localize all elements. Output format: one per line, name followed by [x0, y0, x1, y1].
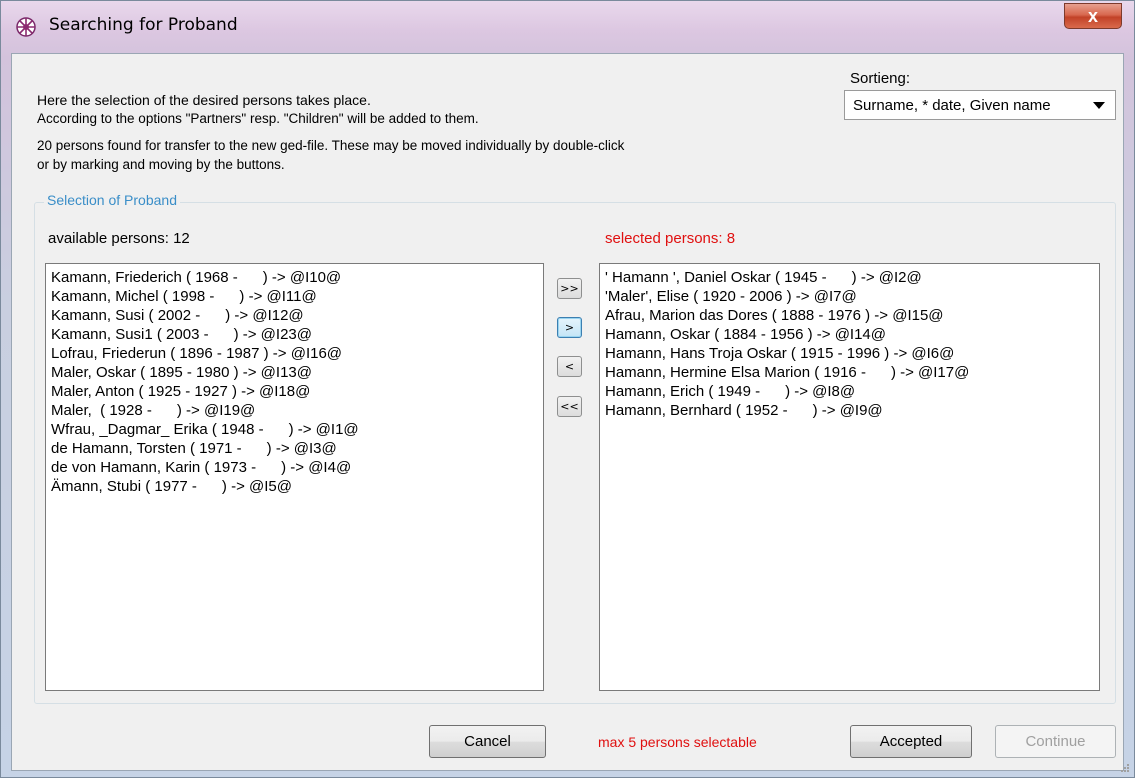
double-chevron-left-icon: <<: [560, 400, 579, 413]
list-item[interactable]: Maler, Anton ( 1925 - 1927 ) -> @I18@: [51, 382, 543, 401]
double-chevron-right-icon: >>: [560, 282, 579, 295]
chevron-down-icon: [1093, 102, 1105, 109]
list-item[interactable]: de Hamann, Torsten ( 1971 - ) -> @I3@: [51, 439, 543, 458]
list-item[interactable]: Afrau, Marion das Dores ( 1888 - 1976 ) …: [605, 306, 1099, 325]
move-right-button[interactable]: >: [557, 317, 582, 338]
list-item[interactable]: Kamann, Michel ( 1998 - ) -> @I11@: [51, 287, 543, 306]
info-line-3: 20 persons found for transfer to the new…: [37, 138, 625, 153]
selected-persons-list[interactable]: ' Hamann ', Daniel Oskar ( 1945 - ) -> @…: [599, 263, 1100, 691]
selected-persons-label: selected persons: 8: [605, 230, 736, 247]
list-item[interactable]: Wfrau, _Dagmar_ Erika ( 1948 - ) -> @I1@: [51, 420, 543, 439]
continue-button-label: Continue: [1025, 733, 1086, 750]
list-item[interactable]: Kamann, Susi ( 2002 - ) -> @I12@: [51, 306, 543, 325]
chevron-right-icon: >: [564, 321, 575, 334]
app-icon: [16, 17, 36, 37]
cancel-button-label: Cancel: [464, 733, 511, 750]
list-item[interactable]: Hamann, Hans Troja Oskar ( 1915 - 1996 )…: [605, 344, 1099, 363]
sort-label: Sortieng:: [850, 70, 911, 87]
max-selectable-warning: max 5 persons selectable: [598, 734, 757, 750]
list-item[interactable]: Hamann, Oskar ( 1884 - 1956 ) -> @I14@: [605, 325, 1099, 344]
list-item[interactable]: Hamann, Bernhard ( 1952 - ) -> @I9@: [605, 401, 1099, 420]
accepted-button-label: Accepted: [879, 733, 943, 750]
list-item[interactable]: Hamann, Erich ( 1949 - ) -> @I8@: [605, 382, 1099, 401]
continue-button[interactable]: Continue: [995, 725, 1116, 758]
groupbox-title: Selection of Proband: [44, 192, 180, 208]
info-line-1: Here the selection of the desired person…: [37, 92, 371, 108]
list-item[interactable]: Ämann, Stubi ( 1977 - ) -> @I5@: [51, 477, 543, 496]
dialog-window: Searching for Proband x Here the selecti…: [0, 0, 1135, 778]
info-line-4: or by marking and moving by the buttons.: [37, 157, 285, 172]
close-icon: x: [1087, 5, 1098, 26]
move-all-right-button[interactable]: >>: [557, 278, 582, 299]
list-item[interactable]: Maler, ( 1928 - ) -> @I19@: [51, 401, 543, 420]
cancel-button[interactable]: Cancel: [429, 725, 546, 758]
list-item[interactable]: de von Hamann, Karin ( 1973 - ) -> @I4@: [51, 458, 543, 477]
sort-value: Surname, * date, Given name: [853, 97, 1051, 114]
list-item[interactable]: 'Maler', Elise ( 1920 - 2006 ) -> @I7@: [605, 287, 1099, 306]
info-line-2: According to the options "Partners" resp…: [37, 111, 479, 126]
window-title: Searching for Proband: [49, 15, 238, 35]
list-item[interactable]: Maler, Oskar ( 1895 - 1980 ) -> @I13@: [51, 363, 543, 382]
sort-dropdown[interactable]: Surname, * date, Given name: [844, 90, 1116, 120]
list-item[interactable]: ' Hamann ', Daniel Oskar ( 1945 - ) -> @…: [605, 268, 1099, 287]
move-left-button[interactable]: <: [557, 356, 582, 377]
title-bar[interactable]: Searching for Proband x: [1, 1, 1134, 53]
close-button[interactable]: x: [1064, 3, 1122, 29]
available-persons-list[interactable]: Kamann, Friederich ( 1968 - ) -> @I10@ Ka…: [45, 263, 544, 691]
list-item[interactable]: Kamann, Friederich ( 1968 - ) -> @I10@: [51, 268, 543, 287]
available-persons-label: available persons: 12: [48, 230, 190, 247]
move-all-left-button[interactable]: <<: [557, 396, 582, 417]
list-item[interactable]: Kamann, Susi1 ( 2003 - ) -> @I23@: [51, 325, 543, 344]
list-item[interactable]: Hamann, Hermine Elsa Marion ( 1916 - ) -…: [605, 363, 1099, 382]
accepted-button[interactable]: Accepted: [850, 725, 972, 758]
list-item[interactable]: Lofrau, Friederun ( 1896 - 1987 ) -> @I1…: [51, 344, 543, 363]
chevron-left-icon: <: [564, 360, 575, 373]
resize-grip-icon[interactable]: [1120, 763, 1130, 773]
